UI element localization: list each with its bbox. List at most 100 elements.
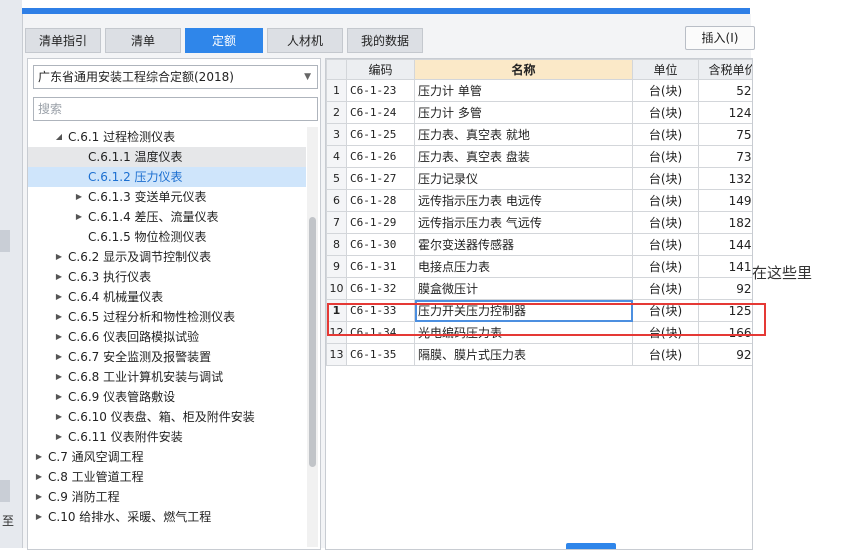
scrollbar-thumb[interactable] [309, 217, 316, 467]
tree-item[interactable]: ▶ C.6.8 工业计算机安装与调试 [28, 367, 306, 387]
name-cell[interactable]: 压力计 单管 [414, 79, 633, 102]
table-row[interactable]: 7C6-1-29远传指示压力表 气远传台(块)182.9 [326, 211, 752, 234]
tree-item[interactable]: ▶ C.9 消防工程 [28, 487, 306, 507]
tree-item[interactable]: ▶ C.6.1.4 差压、流量仪表 [28, 207, 306, 227]
name-cell[interactable]: 电接点压力表 [414, 255, 633, 278]
price-cell[interactable]: 92.6 [698, 277, 752, 300]
search-input[interactable] [33, 97, 318, 121]
expand-arrow-icon[interactable]: ▶ [54, 247, 64, 267]
table-row[interactable]: 13C6-1-35隔膜、膜片式压力表台(块)92.6 [326, 343, 752, 366]
unit-cell[interactable]: 台(块) [632, 343, 699, 366]
tree-item[interactable]: ▶ C.6.9 仪表管路敷设 [28, 387, 306, 407]
tab-list-guide[interactable]: 清单指引 [25, 28, 101, 53]
name-cell[interactable]: 压力记录仪 [414, 167, 633, 190]
code-cell[interactable]: C6-1-25 [346, 123, 415, 146]
tab-quota[interactable]: 定额 [185, 28, 263, 53]
price-cell[interactable]: 132.7 [698, 167, 752, 190]
name-cell[interactable]: 隔膜、膜片式压力表 [414, 343, 633, 366]
tree-item[interactable]: ▶ C.8 工业管道工程 [28, 467, 306, 487]
price-cell[interactable]: 92.6 [698, 343, 752, 366]
expand-arrow-icon[interactable]: ▶ [54, 327, 64, 347]
unit-cell[interactable]: 台(块) [632, 255, 699, 278]
insert-button[interactable]: 插入(I) [685, 26, 755, 50]
price-cell[interactable]: 141.0 [698, 255, 752, 278]
unit-cell[interactable]: 台(块) [632, 79, 699, 102]
expand-arrow-icon[interactable]: ▶ [54, 427, 64, 447]
name-cell[interactable]: 压力表、真空表 就地 [414, 123, 633, 146]
unit-cell[interactable]: 台(块) [632, 277, 699, 300]
code-cell[interactable]: C6-1-29 [346, 211, 415, 234]
quota-library-select[interactable]: 广东省通用安装工程综合定额(2018) ▼ [33, 65, 318, 89]
table-row[interactable]: 1C6-1-23压力计 单管台(块)52.0 [326, 79, 752, 102]
code-cell[interactable]: C6-1-26 [346, 145, 415, 168]
tree-item[interactable]: ▶ C.6.1.3 变送单元仪表 [28, 187, 306, 207]
price-cell[interactable]: 73.5 [698, 145, 752, 168]
name-cell[interactable]: 霍尔变送器传感器 [414, 233, 633, 256]
tree-item[interactable]: ▶ C.6.2 显示及调节控制仪表 [28, 247, 306, 267]
name-cell[interactable]: 远传指示压力表 电远传 [414, 189, 633, 212]
code-cell[interactable]: C6-1-32 [346, 277, 415, 300]
tree-scrollbar[interactable] [307, 127, 318, 547]
price-cell[interactable]: 52.0 [698, 79, 752, 102]
code-cell[interactable]: C6-1-27 [346, 167, 415, 190]
tree-item[interactable]: C.6.1.5 物位检测仪表 [28, 227, 306, 247]
header-name[interactable]: 名称 [414, 59, 633, 80]
unit-cell[interactable]: 台(块) [632, 145, 699, 168]
name-cell[interactable]: 压力计 多管 [414, 101, 633, 124]
tree-item[interactable]: ▶ C.6.11 仪表附件安装 [28, 427, 306, 447]
tree-item[interactable]: ▶ C.10 给排水、采暖、燃气工程 [28, 507, 306, 527]
code-cell[interactable]: C6-1-24 [346, 101, 415, 124]
table-row[interactable]: 2C6-1-24压力计 多管台(块)124.4 [326, 101, 752, 124]
tree-item[interactable]: ▶ C.6.10 仪表盘、箱、柜及附件安装 [28, 407, 306, 427]
tree-item[interactable]: ▶ C.6.6 仪表回路模拟试验 [28, 327, 306, 347]
tab-my-data[interactable]: 我的数据 [347, 28, 423, 53]
expand-arrow-icon[interactable]: ▶ [54, 347, 64, 367]
expand-arrow-icon[interactable]: ▶ [34, 447, 44, 467]
code-cell[interactable]: C6-1-30 [346, 233, 415, 256]
tree-item[interactable]: ▶ C.6.3 执行仪表 [28, 267, 306, 287]
tree-item[interactable]: ▶ C.6.4 机械量仪表 [28, 287, 306, 307]
expand-arrow-icon[interactable]: ▶ [54, 407, 64, 427]
expand-arrow-icon[interactable]: ▶ [74, 207, 84, 227]
name-cell[interactable]: 膜盒微压计 [414, 277, 633, 300]
table-row[interactable]: 10C6-1-32膜盒微压计台(块)92.6 [326, 277, 752, 300]
name-cell[interactable]: 远传指示压力表 气远传 [414, 211, 633, 234]
tree-item[interactable]: C.6.1.1 温度仪表 [28, 147, 306, 167]
unit-cell[interactable]: 台(块) [632, 167, 699, 190]
collapse-arrow-icon[interactable]: ◢ [54, 127, 64, 147]
code-cell[interactable]: C6-1-28 [346, 189, 415, 212]
table-row[interactable]: 9C6-1-31电接点压力表台(块)141.0 [326, 255, 752, 278]
unit-cell[interactable]: 台(块) [632, 101, 699, 124]
tree-item[interactable]: ◢ C.6.1 过程检测仪表 [28, 127, 306, 147]
expand-arrow-icon[interactable]: ▶ [54, 367, 64, 387]
splitter-handle[interactable] [566, 543, 616, 549]
code-cell[interactable]: C6-1-31 [346, 255, 415, 278]
table-row[interactable]: 4C6-1-26压力表、真空表 盘装台(块)73.5 [326, 145, 752, 168]
tree-item[interactable]: ▶ C.7 通风空调工程 [28, 447, 306, 467]
price-cell[interactable]: 144.0 [698, 233, 752, 256]
table-row[interactable]: 3C6-1-25压力表、真空表 就地台(块)75.5 [326, 123, 752, 146]
expand-arrow-icon[interactable]: ▶ [74, 187, 84, 207]
tab-list[interactable]: 清单 [105, 28, 181, 53]
expand-arrow-icon[interactable]: ▶ [54, 387, 64, 407]
expand-arrow-icon[interactable]: ▶ [34, 467, 44, 487]
expand-arrow-icon[interactable]: ▶ [54, 307, 64, 327]
expand-arrow-icon[interactable]: ▶ [54, 287, 64, 307]
tree-item[interactable]: ▶ C.6.7 安全监测及报警装置 [28, 347, 306, 367]
table-row[interactable]: 8C6-1-30霍尔变送器传感器台(块)144.0 [326, 233, 752, 256]
unit-cell[interactable]: 台(块) [632, 189, 699, 212]
header-price[interactable]: 含税单价 [698, 59, 752, 80]
expand-arrow-icon[interactable]: ▶ [34, 507, 44, 527]
tree-item[interactable]: C.6.1.2 压力仪表 [28, 167, 306, 187]
unit-cell[interactable]: 台(块) [632, 233, 699, 256]
price-cell[interactable]: 182.9 [698, 211, 752, 234]
header-code[interactable]: 编码 [346, 59, 415, 80]
tab-materials[interactable]: 人材机 [267, 28, 343, 53]
unit-cell[interactable]: 台(块) [632, 123, 699, 146]
expand-arrow-icon[interactable]: ▶ [54, 267, 64, 287]
header-unit[interactable]: 单位 [632, 59, 699, 80]
code-cell[interactable]: C6-1-35 [346, 343, 415, 366]
expand-arrow-icon[interactable]: ▶ [34, 487, 44, 507]
price-cell[interactable]: 124.4 [698, 101, 752, 124]
code-cell[interactable]: C6-1-23 [346, 79, 415, 102]
